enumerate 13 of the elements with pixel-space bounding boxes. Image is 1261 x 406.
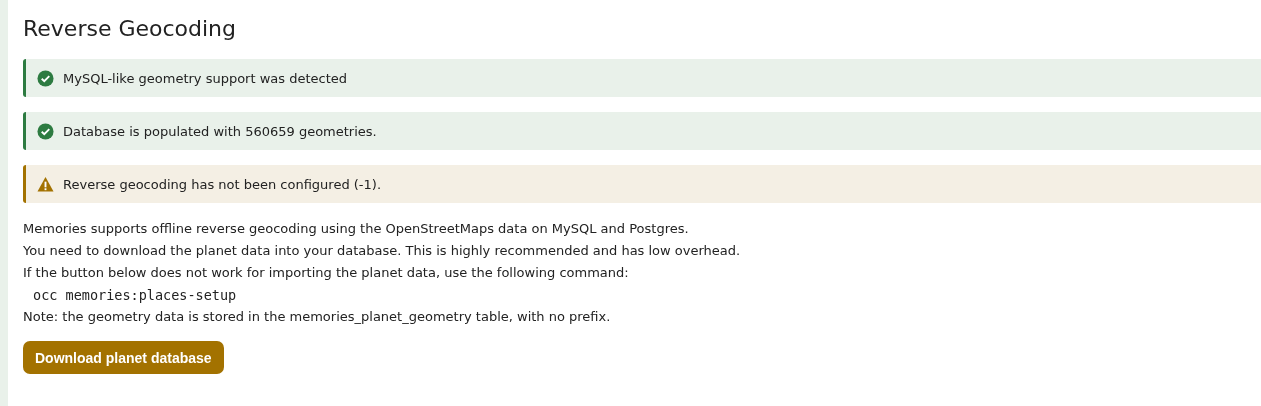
warning-icon [37, 175, 54, 193]
check-circle-icon [37, 69, 54, 87]
notice-text: Reverse geocoding has not been configured (-1). [63, 176, 382, 192]
notice-text: Database is populated with 560659 geometries. [63, 123, 377, 139]
description-text: Note: the geometry data is stored in the memories_planet_geometry table, with no prefix. [23, 308, 612, 326]
section-title: Reverse Geocoding [23, 15, 237, 43]
description-text: If the button below does not work for importing the planet data, use the following command: [23, 264, 630, 282]
check-circle-icon [37, 122, 54, 140]
download-button[interactable]: Download planet database [23, 341, 224, 374]
description-text: You need to download the planet data into your database. This is highly recommended and has low overhead. [23, 242, 742, 260]
description-text: Memories supports offline reverse geocoding using the OpenStreetMaps data on MySQL and Postgres. [23, 220, 690, 238]
notice-text: MySQL-like geometry support was detected [63, 70, 348, 86]
command-text: occ memories:places-setup [32, 286, 238, 305]
